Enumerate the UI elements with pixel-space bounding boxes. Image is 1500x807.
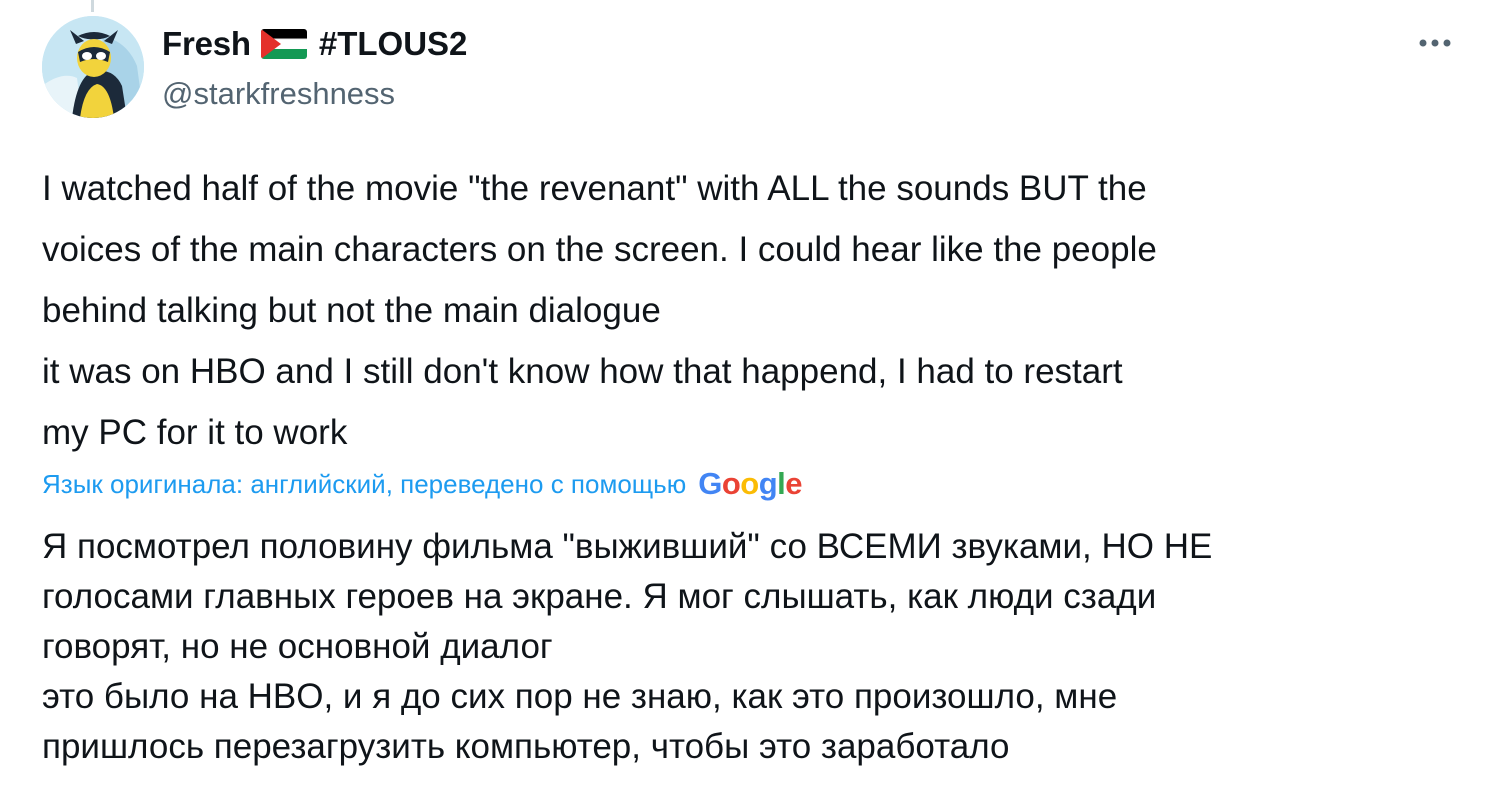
user-handle[interactable]: @starkfreshness (162, 76, 467, 112)
google-logo-icon: Google (698, 466, 803, 501)
avatar[interactable] (42, 16, 144, 118)
translation-note-text: Язык оригинала: английский, переведено с… (42, 468, 687, 499)
translated-tweet-text: Я посмотрел половину фильма "выживший" с… (42, 527, 1213, 766)
palestine-flag-icon (260, 29, 307, 59)
more-options-button[interactable] (1410, 28, 1460, 58)
display-name-row[interactable]: Fresh #TLOUS2 (162, 24, 467, 64)
thread-connector-line (91, 0, 94, 12)
tweet-text: I watched half of the movie "the revenan… (42, 169, 1157, 452)
user-names: Fresh #TLOUS2 @starkfreshness (162, 24, 467, 112)
tweet-header: Fresh #TLOUS2 @starkfreshness (40, 16, 1460, 120)
hashtag-link[interactable]: #TLOUS2 (319, 25, 468, 63)
display-name[interactable]: Fresh (162, 25, 251, 63)
more-dots-icon (1419, 39, 1451, 47)
avatar-image (42, 16, 144, 118)
translation-attribution-link[interactable]: Язык оригинала: английский, переведено с… (42, 466, 803, 502)
